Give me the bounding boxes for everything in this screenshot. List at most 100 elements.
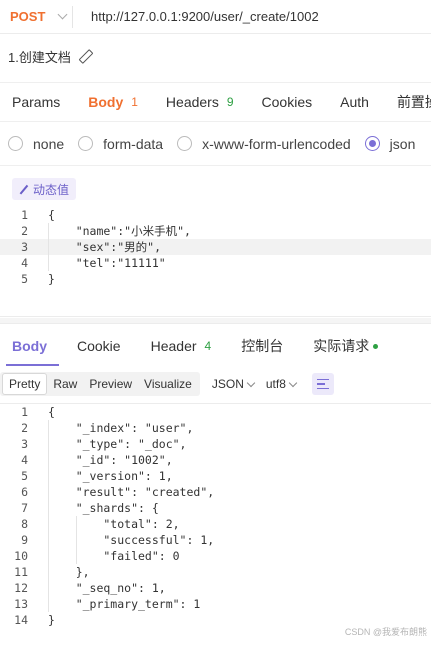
line-number: 1 — [21, 208, 28, 222]
panel-splitter[interactable] — [0, 318, 431, 324]
line-number: 5 — [21, 469, 28, 483]
code-text: "successful": 1, — [48, 533, 215, 547]
line-number: 4 — [21, 453, 28, 467]
response-body-viewer: 1{ 2 "_index": "user", 3 "_type": "_doc"… — [0, 403, 431, 628]
line-number: 11 — [14, 565, 28, 579]
radio-label: form-data — [103, 135, 164, 152]
radio-urlencoded[interactable]: x-www-form-urlencoded — [177, 136, 351, 152]
code-text: "_index": "user", — [48, 421, 194, 435]
radio-checked-icon[interactable] — [364, 136, 380, 151]
code-line: 5 "_version": 1, — [0, 468, 431, 484]
tab-label: 前置操 — [396, 94, 431, 110]
format-select-value: JSON — [211, 377, 244, 391]
line-number: 13 — [14, 597, 28, 611]
response-view-toolbar: Pretty Raw Preview Visualize JSON utf8 — [0, 370, 431, 398]
line-number: 12 — [14, 581, 28, 595]
code-line: 7 "_shards": { — [0, 500, 431, 516]
indent-guide — [48, 420, 49, 612]
tab-actual-request[interactable]: 实际请求 — [301, 326, 379, 366]
encoding-select[interactable]: utf8 — [265, 377, 298, 391]
line-number: 14 — [14, 613, 28, 627]
tab-headers[interactable]: Headers 9 — [154, 83, 234, 121]
code-text: "failed": 0 — [48, 549, 180, 563]
request-title-text: 1.创建文档 — [8, 49, 71, 65]
chevron-down-icon — [57, 9, 68, 20]
view-preview-button[interactable]: Preview — [83, 373, 138, 395]
code-text: "_version": 1, — [48, 469, 173, 483]
code-text: } — [48, 613, 55, 627]
radio-none[interactable]: none — [8, 136, 64, 152]
indent-guide — [48, 223, 49, 271]
line-number: 8 — [21, 517, 28, 531]
code-text: { — [48, 208, 55, 222]
code-text: }, — [48, 565, 90, 579]
radio-icon[interactable] — [8, 136, 23, 151]
tab-pre-request[interactable]: 前置操 — [385, 83, 431, 121]
tab-badge: 4 — [204, 339, 212, 353]
chevron-down-icon — [288, 378, 298, 387]
edit-icon[interactable] — [79, 50, 91, 62]
tab-response-header[interactable]: Header 4 — [139, 326, 212, 366]
line-number: 5 — [21, 272, 28, 286]
tab-cookies[interactable]: Cookies — [250, 83, 313, 121]
code-line: 10 "failed": 0 — [0, 548, 431, 564]
code-line: 9 "successful": 1, — [0, 532, 431, 548]
line-number: 7 — [21, 501, 28, 515]
code-line: 13 "_primary_term": 1 — [0, 596, 431, 612]
line-number: 10 — [14, 549, 28, 563]
code-line: 8 "total": 2, — [0, 516, 431, 532]
code-line: 11 }, — [0, 564, 431, 580]
code-text: "result": "created", — [48, 485, 215, 499]
code-line: 6 "result": "created", — [0, 484, 431, 500]
view-mode-group: Pretty Raw Preview Visualize — [0, 372, 200, 396]
view-pretty-button[interactable]: Pretty — [2, 373, 48, 395]
tab-badge: 1 — [131, 95, 138, 109]
tab-label: Params — [12, 94, 61, 110]
tab-label: Cookie — [77, 338, 121, 354]
radio-form-data[interactable]: form-data — [78, 136, 163, 152]
code-line: 5} — [0, 271, 431, 287]
code-line: 2 "name":"小米手机", — [0, 223, 431, 239]
format-select[interactable]: JSON — [211, 377, 256, 391]
code-line: 1{ — [0, 207, 431, 223]
tab-response-body[interactable]: Body — [0, 326, 59, 366]
word-wrap-icon[interactable] — [311, 373, 334, 395]
response-tabs: Body Cookie Header 4 控制台 实际请求 — [0, 326, 431, 366]
code-text: } — [48, 272, 55, 286]
tab-label: Header — [150, 338, 197, 354]
encoding-select-value: utf8 — [265, 377, 286, 391]
code-line: 4 "tel":"11111" — [0, 255, 431, 271]
code-text: "_primary_term": 1 — [48, 597, 201, 611]
request-title: 1.创建文档 — [8, 46, 91, 66]
line-number: 3 — [21, 240, 28, 254]
radio-label: x-www-form-urlencoded — [202, 135, 351, 152]
tab-label: Cookies — [261, 94, 313, 110]
radio-icon[interactable] — [177, 136, 193, 151]
tab-console[interactable]: 控制台 — [229, 326, 283, 366]
method-select[interactable]: POST — [0, 0, 72, 34]
url-input[interactable]: http://127.0.0.1:9200/user/_create/1002 — [73, 9, 319, 24]
view-visualize-button[interactable]: Visualize — [138, 373, 198, 395]
tab-response-cookie[interactable]: Cookie — [65, 326, 121, 366]
request-body-editor[interactable]: 1{ 2 "name":"小米手机", 3 "sex":"男的", 4 "tel… — [0, 207, 431, 317]
code-text: "name":"小米手机", — [48, 224, 191, 238]
code-line: 12 "_seq_no": 1, — [0, 580, 431, 596]
dynamic-value-button[interactable]: 动态值 — [12, 178, 77, 200]
code-line: 4 "_id": "1002", — [0, 452, 431, 468]
view-raw-button[interactable]: Raw — [47, 373, 83, 395]
tab-label: Body — [88, 94, 124, 110]
tab-body[interactable]: Body 1 — [76, 83, 138, 121]
code-line: 2 "_index": "user", — [0, 420, 431, 436]
tab-label: 实际请求 — [313, 338, 370, 354]
radio-icon[interactable] — [78, 136, 94, 151]
line-number: 6 — [21, 485, 28, 499]
code-text: "_id": "1002", — [48, 453, 173, 467]
code-text: "total": 2, — [48, 517, 180, 531]
tab-params[interactable]: Params — [0, 83, 61, 121]
radio-json[interactable]: json — [364, 136, 415, 152]
dynamic-value-label: 动态值 — [33, 182, 70, 197]
indent-guide — [76, 516, 77, 564]
line-number: 4 — [21, 256, 28, 270]
body-type-options: none form-data x-www-form-urlencoded jso… — [0, 122, 431, 166]
tab-auth[interactable]: Auth — [328, 83, 369, 121]
